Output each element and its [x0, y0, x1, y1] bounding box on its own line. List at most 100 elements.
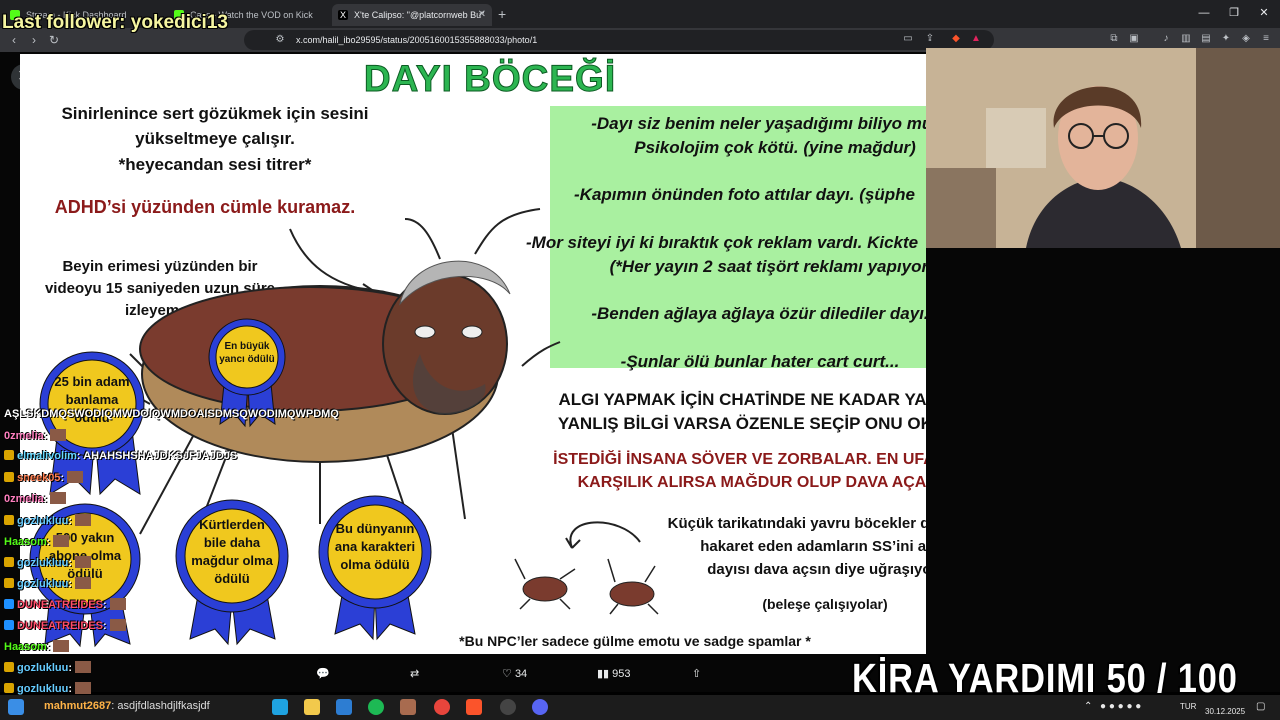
notification-icon[interactable]: ▢	[1256, 701, 1265, 712]
chat-user: elmalivolim	[17, 450, 77, 462]
badge-text: mağdur olma	[191, 553, 273, 568]
share-post-icon[interactable]: ⇧	[692, 664, 701, 684]
chat-user: mahmut2687	[44, 700, 112, 712]
wallet-icon[interactable]: ▤	[1200, 33, 1212, 45]
small-bug	[607, 558, 659, 615]
emote-icon	[53, 535, 70, 547]
file-explorer-icon[interactable]	[304, 699, 320, 715]
emote-icon	[50, 492, 67, 504]
reply-icon[interactable]: 💬	[316, 664, 330, 684]
tab-x-post[interactable]: X X'te Calipso: "@platcornweb Bu" ✕	[332, 4, 492, 26]
badge-icon	[4, 515, 14, 525]
chat-user: sneek05	[17, 472, 61, 484]
emote-icon	[75, 577, 91, 589]
chat-message: gozlukluu:	[4, 514, 91, 527]
badge-text: Bu dünyanın	[335, 521, 415, 536]
badge-text: ana karakteri	[334, 539, 416, 554]
leo-icon[interactable]: ✦	[1220, 33, 1232, 45]
chat-user: gozlukluu	[17, 557, 69, 569]
vpn-icon[interactable]: ◈	[1240, 33, 1252, 45]
chrome-icon[interactable]	[434, 699, 450, 715]
sidebar-icon[interactable]: ▥	[1180, 33, 1192, 45]
badge-text: yancı ödülü	[219, 354, 275, 365]
chat-user: gozlukluu	[17, 515, 69, 527]
media-icon[interactable]: ♪	[1160, 33, 1172, 45]
chat-user: gozlukluu	[17, 578, 69, 590]
edge-icon[interactable]	[272, 699, 288, 715]
badge-text: banlama	[65, 392, 119, 407]
address-bar[interactable]: ⚙ x.com/halil_ibo29595/status/2005160015…	[244, 30, 994, 50]
close-window-button[interactable]: ✕	[1254, 4, 1274, 22]
chat-message: 0zmelia:	[4, 492, 67, 505]
tab-title: X'te Calipso: "@platcornweb Bu"	[354, 10, 485, 20]
spotify-icon[interactable]	[368, 699, 384, 715]
brave-shield-icon[interactable]: ◆	[950, 33, 962, 45]
chat-user: DUNEATREIDES	[17, 599, 103, 611]
maximize-button[interactable]: ❐	[1224, 4, 1244, 22]
small-bug	[514, 558, 576, 610]
chat-user: gozlukluu	[17, 662, 69, 674]
emote-icon	[67, 471, 84, 483]
chat-user: 0zmelia	[4, 430, 44, 442]
menu-icon[interactable]: ≡	[1260, 33, 1272, 45]
viewer-side-panel	[926, 248, 1280, 654]
chat-message: 0zmelia:	[4, 429, 67, 442]
heart-icon: ♡	[502, 668, 512, 680]
emote-icon	[109, 598, 126, 610]
language-indicator[interactable]: TUR	[1180, 702, 1196, 711]
badge-icon	[4, 450, 14, 460]
badge-text: Kürtlerden	[199, 517, 265, 532]
post-action-bar: 💬 ⇄ ♡ 34 ▮▮ 953 ⇧	[0, 656, 926, 692]
badge-icon	[4, 557, 14, 567]
repost-icon[interactable]: ⇄	[410, 664, 419, 684]
chat-user: AŞLSKDMQSWODIQMWDOIQWMDOAISDMSQWODIMQWPD…	[4, 408, 339, 420]
chat-user: Haasom	[4, 536, 47, 548]
app-icon[interactable]	[400, 699, 416, 715]
badge-text: ödülü	[214, 571, 250, 586]
chat-message: DUNEATREIDES:	[4, 619, 126, 632]
badge-text: 25 bin adam	[54, 374, 130, 389]
discord-icon[interactable]	[532, 699, 548, 715]
like-count: 34	[514, 668, 528, 680]
store-icon[interactable]	[336, 699, 352, 715]
chat-message: gozlukluu:	[4, 577, 91, 590]
emote-icon	[75, 514, 91, 526]
tray-icons[interactable]: ● ● ● ● ●	[1100, 701, 1141, 712]
screen: Stream - Kick Dashboard Cavs - Watch the…	[0, 0, 1280, 720]
chat-message: Haasom:	[4, 640, 70, 653]
date: 30.12.2025	[1205, 707, 1246, 716]
chat-message: sneek05:	[4, 471, 84, 484]
chat-message: gozlukluu:	[4, 556, 91, 569]
start-icon[interactable]	[8, 699, 24, 715]
webcam-overlay	[926, 48, 1280, 248]
chat-message: AŞLSKDMQSWODIQMWDOIQWMDOAISDMSQWODIMQWPD…	[4, 408, 339, 420]
chat-user: DUNEATREIDES	[17, 620, 103, 632]
new-tab-button[interactable]: +	[498, 4, 506, 24]
obs-icon[interactable]	[500, 699, 516, 715]
emote-icon	[109, 619, 126, 631]
close-tab-icon[interactable]: ✕	[478, 4, 486, 26]
chat-message-last: mahmut2687: asdjfdlashdjlfkasjdf	[44, 700, 210, 712]
cast-icon[interactable]: ▭	[902, 33, 914, 45]
emote-icon	[50, 429, 67, 441]
screenshot-icon[interactable]: ▣	[1128, 33, 1140, 45]
badge-text: bile daha	[203, 535, 261, 550]
like-button[interactable]: ♡ 34	[502, 664, 527, 684]
views-icon: ▮▮	[597, 668, 610, 680]
emote-icon	[75, 556, 91, 568]
badge-icon	[4, 472, 14, 482]
chat-message: elmalivolim: AHAHSHSHAJDKSJFJAJDJS	[4, 450, 237, 462]
share-icon[interactable]: ⇪	[924, 33, 936, 45]
tray-chevron-icon[interactable]: ⌃	[1084, 701, 1092, 712]
chat-user: gozlukluu	[17, 683, 69, 695]
badge-text: olma ödülü	[340, 557, 410, 572]
brave-icon[interactable]	[466, 699, 482, 715]
emote-icon	[75, 661, 91, 673]
rewards-icon[interactable]: ▲	[970, 33, 982, 45]
extensions-icon[interactable]: ⧉	[1108, 33, 1120, 45]
views-button[interactable]: ▮▮ 953	[597, 664, 631, 684]
site-info-icon[interactable]: ⚙	[274, 34, 286, 46]
x-icon: X	[338, 10, 348, 20]
minimize-button[interactable]: —	[1194, 4, 1214, 22]
emote-icon	[75, 682, 91, 694]
